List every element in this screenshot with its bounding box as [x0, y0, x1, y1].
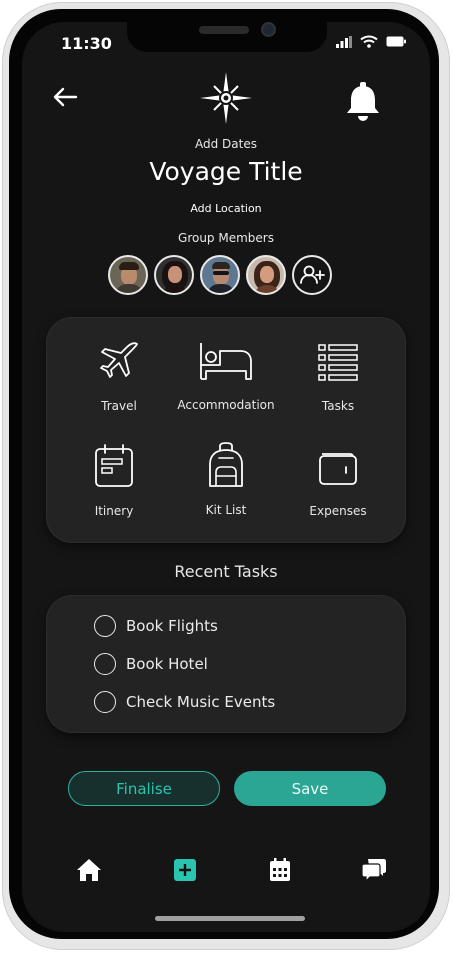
compass-star-icon: [200, 72, 252, 124]
task-checkbox[interactable]: [94, 653, 116, 675]
task-item[interactable]: Check Music Events: [94, 691, 275, 713]
task-label: Book Hotel: [126, 655, 208, 673]
home-indicator: [155, 916, 305, 921]
wifi-icon: [360, 35, 378, 48]
member-avatar[interactable]: [246, 255, 286, 295]
category-accommodation[interactable]: Accommodation: [171, 339, 281, 412]
arrow-left-icon: [53, 87, 78, 107]
speaker: [199, 26, 249, 34]
plane-icon: [100, 342, 138, 378]
category-kit-list[interactable]: Kit List: [171, 442, 281, 517]
add-location-link[interactable]: Add Location: [22, 202, 430, 215]
task-label: Check Music Events: [126, 693, 276, 711]
nav-add[interactable]: [171, 856, 199, 884]
category-label: Accommodation: [177, 398, 275, 412]
task-item[interactable]: Book Hotel: [94, 653, 208, 675]
app-screen: 11:30 Add Dates Voyage Title Add Locatio…: [22, 22, 430, 932]
calendar-grid-icon: [270, 858, 290, 881]
category-itinery[interactable]: Itinery: [59, 442, 169, 518]
member-avatar[interactable]: [200, 255, 240, 295]
back-button[interactable]: [52, 86, 78, 112]
task-label: Book Flights: [126, 617, 218, 635]
nav-calendar[interactable]: [266, 856, 294, 884]
finalise-button[interactable]: Finalise: [68, 771, 220, 806]
add-member-button[interactable]: [292, 255, 332, 295]
category-label: Kit List: [205, 503, 247, 517]
calendar-icon: [95, 444, 133, 487]
list-icon: [318, 344, 358, 381]
group-members-label: Group Members: [178, 231, 274, 245]
category-label: Expenses: [309, 504, 367, 518]
status-time: 11:30: [61, 34, 112, 53]
task-checkbox[interactable]: [94, 615, 116, 637]
add-user-icon: [300, 265, 325, 284]
recent-tasks-panel: Book Flights Book Hotel Check Music Even…: [46, 595, 406, 733]
signal-icon: [336, 35, 352, 48]
bed-icon: [200, 343, 252, 380]
add-dates-link[interactable]: Add Dates: [22, 137, 430, 151]
save-button[interactable]: Save: [234, 771, 386, 806]
category-expenses[interactable]: Expenses: [283, 442, 393, 518]
category-label: Tasks: [321, 399, 355, 413]
notifications-button[interactable]: [345, 82, 381, 126]
status-icons: [336, 35, 406, 48]
bell-icon: [347, 82, 379, 121]
category-travel[interactable]: Travel: [64, 339, 174, 413]
task-checkbox[interactable]: [94, 691, 116, 713]
nav-chat[interactable]: [360, 856, 388, 884]
add-square-icon: [174, 859, 196, 881]
logo: [198, 70, 254, 130]
camera: [261, 22, 276, 37]
chat-icon: [361, 859, 386, 882]
categories-panel: Travel Accommodation Tasks Itinery Kit L…: [46, 317, 406, 543]
recent-tasks-heading: Recent Tasks: [174, 562, 278, 581]
category-label: Itinery: [94, 504, 134, 518]
backpack-icon: [209, 442, 243, 487]
member-avatar[interactable]: [108, 255, 148, 295]
group-members: [108, 255, 332, 295]
nav-home[interactable]: [75, 856, 103, 884]
task-item[interactable]: Book Flights: [94, 615, 218, 637]
wallet-icon: [319, 453, 357, 485]
home-icon: [77, 859, 101, 881]
category-tasks[interactable]: Tasks: [283, 339, 393, 413]
battery-icon: [386, 36, 406, 47]
notch: [127, 22, 327, 52]
category-label: Travel: [101, 399, 137, 413]
member-avatar[interactable]: [154, 255, 194, 295]
page-title[interactable]: Voyage Title: [22, 157, 430, 186]
